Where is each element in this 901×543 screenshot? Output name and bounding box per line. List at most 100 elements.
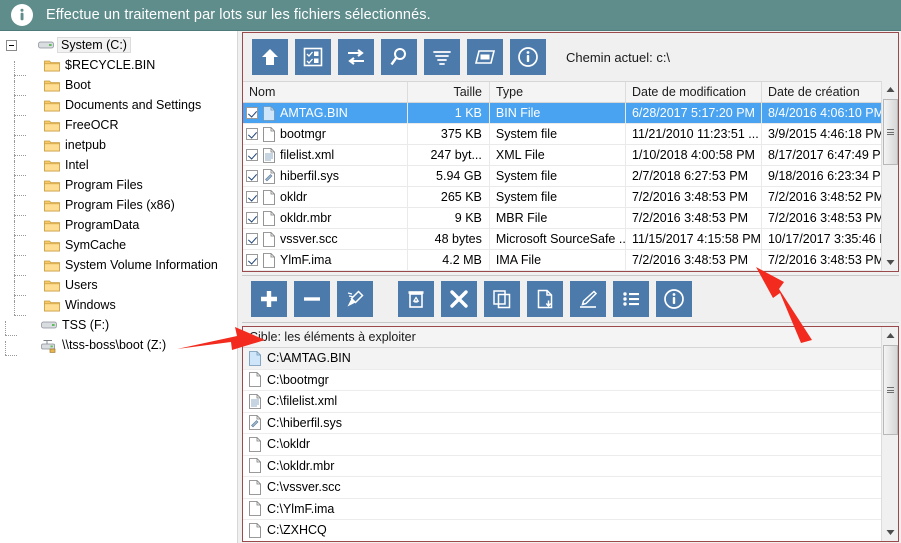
xml-file-icon bbox=[249, 393, 261, 409]
tree-item-label: Users bbox=[65, 278, 98, 292]
table-row[interactable]: okldr.mbr 9 KB MBR File 7/2/2016 3:48:53 PM… bbox=[243, 208, 898, 229]
scrollbar-thumb[interactable] bbox=[883, 99, 898, 165]
tree-item[interactable]: Intel bbox=[0, 155, 237, 181]
target-list-scrollbar[interactable] bbox=[881, 327, 898, 541]
file-modified-cell: 2/7/2018 6:27:53 PM bbox=[626, 166, 762, 186]
row-checkbox[interactable] bbox=[246, 107, 258, 119]
tree-item[interactable]: Documents and Settings bbox=[0, 95, 237, 121]
row-checkbox[interactable] bbox=[246, 212, 258, 224]
file-name-label: bootmgr bbox=[280, 127, 326, 141]
table-row[interactable]: bootmgr 375 KB System file 11/21/2010 11:23… bbox=[243, 124, 898, 145]
tree-item[interactable]: Windows bbox=[0, 295, 237, 316]
copy-icon[interactable] bbox=[484, 281, 520, 317]
target-list-body[interactable]: C:\AMTAG.BIN C:\bootmgr C:\filelist.xml C:\… bbox=[243, 348, 898, 543]
file-grid-body[interactable]: AMTAG.BIN 1 KB BIN File 6/28/2017 5:17:20 P… bbox=[243, 103, 898, 271]
tree-collapse-toggle[interactable] bbox=[6, 39, 17, 51]
browser-toolbar: Chemin actuel: c:\ bbox=[243, 33, 898, 81]
file-icon bbox=[249, 372, 261, 388]
file-type-cell: MBR File bbox=[490, 208, 626, 228]
tree-item[interactable]: inetpub bbox=[0, 135, 237, 161]
file-type-cell: IMA File bbox=[490, 250, 626, 270]
table-row[interactable]: hiberfil.sys 5.94 GB System file 2/7/2018 6… bbox=[243, 166, 898, 187]
list-item[interactable]: C:\bootmgr bbox=[243, 370, 898, 391]
add-icon[interactable] bbox=[251, 281, 287, 317]
tree-item[interactable]: Boot bbox=[0, 75, 237, 101]
tree-item-label: TSS (F:) bbox=[62, 318, 110, 332]
column-header-crea[interactable]: Date de création bbox=[762, 82, 898, 102]
tree-item[interactable]: TSS (F:) bbox=[0, 315, 237, 336]
rename-icon[interactable] bbox=[570, 281, 606, 317]
file-grid-scrollbar[interactable] bbox=[881, 81, 898, 271]
select-all-icon[interactable] bbox=[295, 39, 331, 75]
table-row[interactable]: AMTAG.BIN 1 KB BIN File 6/28/2017 5:17:20 P… bbox=[243, 103, 898, 124]
row-checkbox[interactable] bbox=[246, 170, 258, 182]
column-header-name[interactable]: Nom bbox=[243, 82, 409, 102]
file-name-cell: okldr.mbr bbox=[243, 208, 408, 228]
tree-item[interactable]: Program Files bbox=[0, 175, 237, 201]
row-checkbox[interactable] bbox=[246, 254, 258, 266]
table-row[interactable]: YlmF.ima 4.2 MB IMA File 7/2/2016 3:48:53 P… bbox=[243, 250, 898, 271]
delete-icon[interactable] bbox=[398, 281, 434, 317]
row-checkbox[interactable] bbox=[246, 149, 258, 161]
list-item[interactable]: C:\ZXHCQ bbox=[243, 520, 898, 541]
file-modified-cell: 1/10/2018 4:00:58 PM bbox=[626, 145, 762, 165]
header-title: Effectue un traitement par lots sur les … bbox=[46, 7, 431, 23]
current-path-label: Chemin actuel: c:\ bbox=[566, 49, 671, 65]
list-item[interactable]: C:\$RECYCLE.BIN bbox=[243, 542, 898, 543]
tree-item[interactable]: Users bbox=[0, 275, 237, 301]
tree-item[interactable]: System Volume Information bbox=[0, 255, 237, 281]
column-header-size[interactable]: Taille bbox=[408, 82, 490, 102]
file-name-label: hiberfil.sys bbox=[280, 169, 340, 183]
scroll-up-icon[interactable] bbox=[882, 81, 898, 98]
tree-item[interactable]: FreeOCR bbox=[0, 115, 237, 141]
folder-icon bbox=[44, 240, 60, 251]
filter-icon[interactable] bbox=[467, 39, 503, 75]
file-created-cell: 7/2/2016 3:48:53 PM bbox=[762, 208, 898, 228]
scroll-down-icon[interactable] bbox=[882, 254, 898, 271]
file-icon bbox=[249, 522, 261, 538]
file-size-cell: 247 byt... bbox=[408, 145, 490, 165]
folder-tree-pane[interactable]: System (C:) $RECYCLE.BIN Boot Documents and… bbox=[0, 31, 238, 543]
row-checkbox[interactable] bbox=[246, 233, 258, 245]
search-icon[interactable] bbox=[381, 39, 417, 75]
info-icon[interactable] bbox=[656, 281, 692, 317]
file-created-cell: 3/9/2015 4:46:18 PM bbox=[762, 124, 898, 144]
list-item[interactable]: C:\filelist.xml bbox=[243, 391, 898, 413]
clear-all-icon[interactable] bbox=[337, 281, 373, 317]
sys-file-icon bbox=[249, 415, 261, 431]
tree-item[interactable]: \\tss-boss\boot (Z:) bbox=[0, 335, 237, 356]
file-size-cell: 5.94 GB bbox=[408, 166, 490, 186]
file-browser-panel: Chemin actuel: c:\ Nom Taille Type Date de … bbox=[242, 32, 899, 272]
list-item[interactable]: C:\AMTAG.BIN bbox=[243, 348, 898, 370]
row-checkbox[interactable] bbox=[246, 191, 258, 203]
scroll-up-icon[interactable] bbox=[882, 327, 898, 344]
file-size-cell: 1 KB bbox=[408, 103, 490, 123]
column-header-mod[interactable]: Date de modification bbox=[626, 82, 762, 102]
list-item[interactable]: C:\okldr bbox=[243, 434, 898, 456]
list-item[interactable]: C:\vssver.scc bbox=[243, 477, 898, 499]
remove-icon[interactable] bbox=[294, 281, 330, 317]
row-checkbox[interactable] bbox=[246, 128, 258, 140]
tree-item[interactable]: $RECYCLE.BIN bbox=[0, 55, 237, 81]
tree-item[interactable]: ProgramData bbox=[0, 215, 237, 241]
invert-selection-icon[interactable] bbox=[338, 39, 374, 75]
list-item[interactable]: C:\hiberfil.sys bbox=[243, 413, 898, 434]
table-row[interactable]: filelist.xml 247 byt... XML File 1/10/2018 … bbox=[243, 145, 898, 166]
up-arrow-icon[interactable] bbox=[252, 39, 288, 75]
table-row[interactable]: vssver.scc 48 bytes Microsoft SourceSafe .… bbox=[243, 229, 898, 250]
wipe-icon[interactable] bbox=[441, 281, 477, 317]
sort-icon[interactable] bbox=[424, 39, 460, 75]
info-icon[interactable] bbox=[510, 39, 546, 75]
scrollbar-thumb[interactable] bbox=[883, 345, 898, 435]
list-item[interactable]: C:\YlmF.ima bbox=[243, 499, 898, 520]
move-icon[interactable] bbox=[527, 281, 563, 317]
list-icon[interactable] bbox=[613, 281, 649, 317]
tree-item[interactable]: Program Files (x86) bbox=[0, 195, 237, 221]
table-row[interactable]: okldr 265 KB System file 7/2/2016 3:48:53 P… bbox=[243, 187, 898, 208]
list-item[interactable]: C:\okldr.mbr bbox=[243, 456, 898, 477]
tree-item[interactable]: SymCache bbox=[0, 235, 237, 261]
column-header-type[interactable]: Type bbox=[490, 82, 626, 102]
folder-icon bbox=[44, 220, 60, 231]
scroll-down-icon[interactable] bbox=[882, 524, 898, 541]
tree-item[interactable]: System (C:) bbox=[0, 35, 237, 55]
